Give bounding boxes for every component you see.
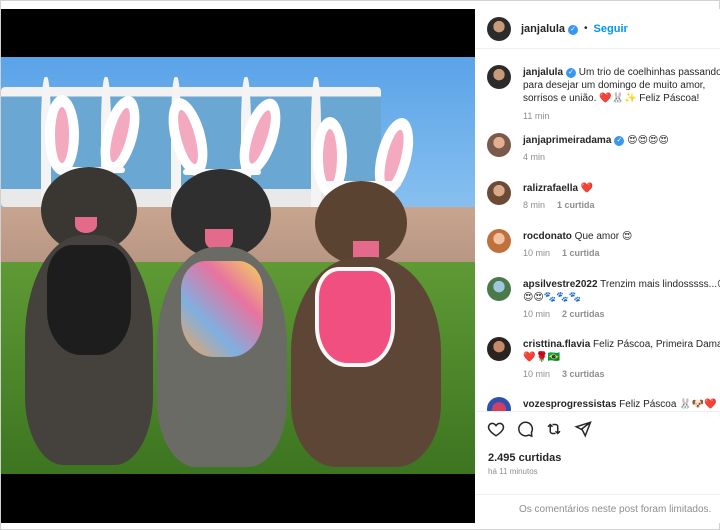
list-item: vozesprogressistas Feliz Páscoa 🐰🐶❤️ bbox=[487, 397, 720, 411]
avatar[interactable] bbox=[487, 65, 511, 89]
send-icon[interactable] bbox=[574, 420, 592, 438]
comment-icon[interactable] bbox=[516, 420, 534, 438]
action-icons bbox=[487, 420, 592, 438]
share-icon[interactable] bbox=[545, 420, 563, 438]
list-item: ralizrafaella ❤️ 8 min 1 curtida bbox=[487, 181, 720, 221]
list-item: janjaprimeiradama ✓ 😍😍😍😍 4 min bbox=[487, 133, 720, 173]
avatar[interactable] bbox=[487, 133, 511, 157]
avatar[interactable] bbox=[487, 181, 511, 205]
posted-time: há 11 minutos bbox=[488, 467, 538, 476]
comment-username[interactable]: cristtina.flavia bbox=[523, 339, 590, 350]
separator-dot: • bbox=[584, 23, 588, 34]
comment-likes[interactable]: 1 curtida bbox=[557, 200, 595, 210]
heart-icon[interactable] bbox=[487, 420, 505, 438]
verified-badge-icon: ✓ bbox=[566, 68, 577, 78]
dog-brown bbox=[291, 114, 451, 474]
caption: janjalula ✓ Um trio de coelhinhas passand… bbox=[487, 65, 720, 125]
comment-likes[interactable]: 1 curtida bbox=[562, 248, 600, 258]
verified-badge-icon: ✓ bbox=[568, 24, 579, 35]
comment-time: 10 min bbox=[523, 309, 551, 319]
post-media bbox=[1, 9, 475, 523]
comments-list[interactable]: janjalula ✓ Um trio de coelhinhas passand… bbox=[475, 57, 720, 411]
instagram-post-window: janjalula ✓ • Seguir janjalula ✓ Um trio d… bbox=[0, 0, 720, 530]
comment-username[interactable]: janjaprimeiradama bbox=[523, 135, 611, 146]
verified-badge-icon: ✓ bbox=[614, 136, 625, 146]
comment-username[interactable]: apsilvestre2022 bbox=[523, 279, 598, 290]
avatar[interactable] bbox=[487, 277, 511, 301]
post-side-panel: janjalula ✓ • Seguir janjalula ✓ Um trio d… bbox=[475, 9, 720, 523]
avatar[interactable] bbox=[487, 229, 511, 253]
comment-text: ❤️ bbox=[580, 183, 594, 194]
list-item: apsilvestre2022 Trenzim mais lindosssss.… bbox=[487, 277, 720, 331]
avatar[interactable] bbox=[487, 397, 511, 411]
avatar[interactable] bbox=[487, 16, 511, 41]
post-actions: 2.495 curtidas há 11 minutos Os comentár… bbox=[475, 411, 720, 523]
list-item: rocdonato Que amor 😍 10 min 1 curtida bbox=[487, 229, 720, 269]
comment-text: 😍😍😍😍 bbox=[627, 135, 669, 146]
comment-time: 8 min bbox=[523, 200, 546, 210]
comment-username[interactable]: vozesprogressistas bbox=[523, 399, 616, 410]
comment-likes[interactable]: 3 curtidas bbox=[562, 369, 605, 379]
follow-button[interactable]: Seguir bbox=[594, 23, 628, 35]
comment-text: Feliz Páscoa 🐰🐶❤️ bbox=[619, 399, 717, 410]
comment-username[interactable]: ralizrafaella bbox=[523, 183, 578, 194]
likes-count[interactable]: 2.495 curtidas bbox=[488, 452, 561, 464]
avatar[interactable] bbox=[487, 337, 511, 361]
comments-limited-notice: Os comentários neste post foram limitado… bbox=[475, 494, 720, 524]
caption-username[interactable]: janjalula bbox=[523, 67, 563, 78]
post-photo[interactable] bbox=[1, 57, 475, 474]
dog-black bbox=[19, 91, 159, 474]
comment-time: 10 min bbox=[523, 369, 551, 379]
comment-username[interactable]: rocdonato bbox=[523, 231, 572, 242]
comment-time: 4 min bbox=[523, 152, 546, 162]
list-item: cristtina.flavia Feliz Páscoa, Primeira … bbox=[487, 337, 720, 391]
comment-likes[interactable]: 2 curtidas bbox=[562, 309, 605, 319]
author-username[interactable]: janjalula ✓ bbox=[521, 23, 579, 35]
comment-text: Que amor 😍 bbox=[574, 231, 633, 242]
comment-time: 10 min bbox=[523, 248, 551, 258]
caption-time: 11 min bbox=[523, 111, 550, 121]
dog-merle bbox=[151, 93, 291, 474]
post-header: janjalula ✓ • Seguir bbox=[475, 9, 720, 49]
